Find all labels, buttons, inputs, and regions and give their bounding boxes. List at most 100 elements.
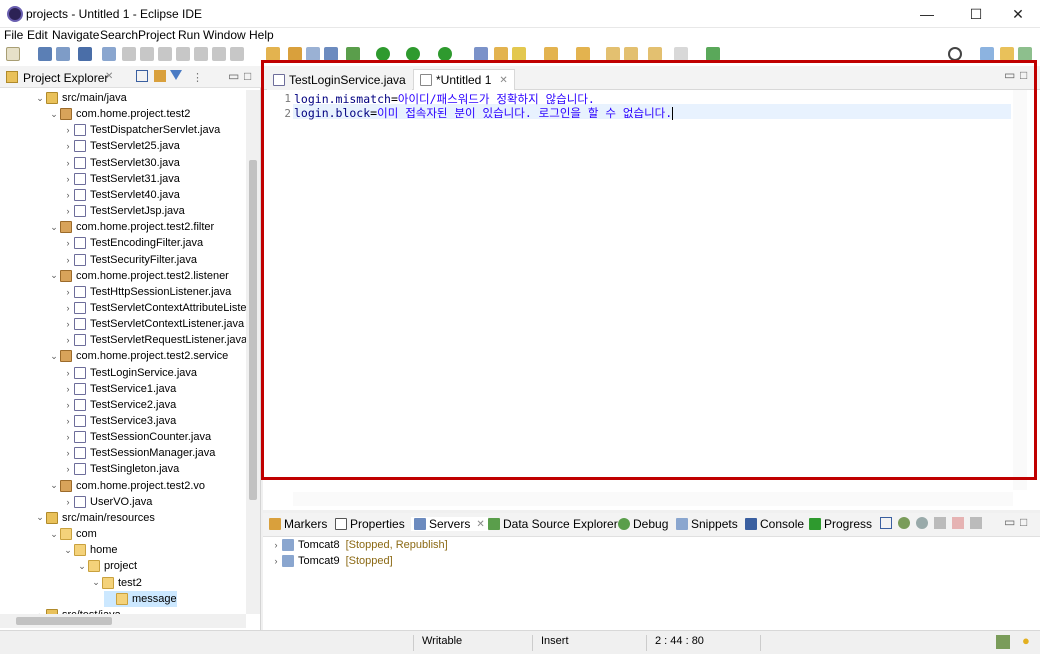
chevron-right-icon[interactable]: ›: [62, 400, 74, 410]
editor-horizontal-scrollbar[interactable]: [293, 492, 1013, 506]
start-server-icon[interactable]: [916, 517, 928, 529]
java-ee-perspective-icon[interactable]: [1000, 47, 1014, 61]
menu-edit[interactable]: Edit: [27, 28, 48, 42]
project-explorer-title[interactable]: Project Explorer: [23, 71, 108, 85]
tree-item[interactable]: ⌄ home: [62, 542, 118, 558]
tree-item[interactable]: ⌄ com.home.project.test2.listener: [48, 268, 229, 284]
tree-item[interactable]: › TestServletRequestListener.java: [62, 332, 246, 348]
tree-item[interactable]: › UserVO.java: [62, 494, 152, 510]
search-tool-icon[interactable]: [512, 47, 526, 61]
tree-item[interactable]: › TestServlet30.java: [62, 155, 180, 171]
server-row-tomcat9[interactable]: › Tomcat9 [Stopped]: [270, 553, 393, 569]
collapse-all-icon[interactable]: [136, 70, 148, 82]
menu-window[interactable]: Window: [203, 28, 246, 42]
tree-item[interactable]: › TestService1.java: [62, 381, 176, 397]
tab-test-login-service[interactable]: TestLoginService.java: [267, 69, 412, 90]
server-row-tomcat8[interactable]: › Tomcat8 [Stopped, Republish]: [270, 537, 448, 553]
menu-project[interactable]: Project: [138, 28, 175, 42]
tab-data-source-explorer[interactable]: Data Source Explorer: [488, 517, 618, 531]
resume-icon[interactable]: [122, 47, 136, 61]
new-icon[interactable]: [6, 47, 20, 61]
tree-item[interactable]: › TestSingleton.java: [62, 461, 179, 477]
tree-item[interactable]: › TestSecurityFilter.java: [62, 252, 197, 268]
chevron-right-icon[interactable]: ›: [62, 303, 74, 313]
chevron-right-icon[interactable]: ›: [62, 174, 74, 184]
chevron-right-icon[interactable]: ›: [62, 287, 74, 297]
back-dropdown-icon[interactable]: [648, 47, 662, 61]
tree-item[interactable]: ⌄ test2: [90, 575, 142, 591]
chevron-down-icon[interactable]: ⌄: [34, 93, 46, 104]
chevron-right-icon[interactable]: ›: [62, 125, 74, 135]
chevron-down-icon[interactable]: ⌄: [48, 529, 60, 540]
tree-item[interactable]: ⌄ project: [76, 558, 137, 574]
open-perspective-icon[interactable]: [980, 47, 994, 61]
save-all-icon[interactable]: [56, 47, 70, 61]
chevron-down-icon[interactable]: ⌄: [48, 222, 60, 233]
collapse-all-icon[interactable]: [880, 517, 892, 529]
chevron-down-icon[interactable]: ⌄: [34, 512, 46, 523]
tree-item[interactable]: › TestServlet31.java: [62, 171, 180, 187]
forward-icon[interactable]: [674, 47, 688, 61]
chevron-down-icon[interactable]: ⌄: [48, 351, 60, 362]
tab-debug[interactable]: Debug: [618, 517, 668, 531]
publish-icon[interactable]: [970, 517, 982, 529]
chevron-down-icon[interactable]: ⌄: [48, 480, 60, 491]
tree-item[interactable]: › TestServletContextListener.java: [62, 316, 244, 332]
menu-file[interactable]: File: [4, 28, 23, 42]
chevron-down-icon[interactable]: ⌄: [62, 545, 74, 556]
chevron-down-icon[interactable]: ⌄: [90, 577, 102, 588]
tree-item[interactable]: ⌄ com: [48, 526, 97, 542]
tree-item[interactable]: › TestDispatcherServlet.java: [62, 122, 220, 138]
explorer-scroll-thumb[interactable]: [249, 160, 257, 500]
chevron-right-icon[interactable]: ›: [62, 432, 74, 442]
tree-item[interactable]: › TestServletJsp.java: [62, 203, 185, 219]
close-view-icon[interactable]: ✕: [105, 71, 113, 82]
close-tab-icon[interactable]: ✕: [476, 519, 484, 530]
minimize-button[interactable]: —: [904, 0, 950, 28]
link-with-editor-icon[interactable]: [154, 70, 166, 82]
bottom-maximize-icon[interactable]: □: [1020, 515, 1027, 529]
tree-item[interactable]: › TestService2.java: [62, 397, 176, 413]
tab-snippets[interactable]: Snippets: [676, 517, 738, 531]
previous-annotation-icon[interactable]: [576, 47, 590, 61]
tree-item[interactable]: › TestEncodingFilter.java: [62, 235, 203, 251]
explorer-horizontal-scrollbar[interactable]: [0, 614, 246, 628]
menu-search[interactable]: Search: [100, 28, 138, 42]
tab-markers[interactable]: Markers: [269, 517, 327, 531]
pin-editor-icon[interactable]: [706, 47, 720, 61]
debug-perspective-icon[interactable]: [1018, 47, 1032, 61]
skip-breakpoints-icon[interactable]: [102, 47, 116, 61]
tab-servers[interactable]: Servers ✕: [411, 517, 488, 531]
tree-item[interactable]: message: [104, 590, 177, 607]
editor-vertical-scrollbar[interactable]: [1013, 90, 1027, 490]
tree-item[interactable]: › TestLoginService.java: [62, 365, 197, 381]
view-menu-icon[interactable]: ⋮: [192, 71, 203, 84]
save-icon[interactable]: [38, 47, 52, 61]
debug-icon[interactable]: [346, 47, 360, 61]
tree-item[interactable]: › TestServlet25.java: [62, 138, 180, 154]
tree-item[interactable]: ⌄ com.home.project.test2.service: [48, 348, 228, 364]
debug-server-icon[interactable]: [898, 517, 910, 529]
chevron-right-icon[interactable]: ›: [62, 255, 74, 265]
menu-navigate[interactable]: Navigate: [52, 28, 99, 42]
block-selection-icon[interactable]: [306, 47, 320, 61]
terminate-icon[interactable]: [158, 47, 172, 61]
chevron-down-icon[interactable]: ⌄: [48, 109, 60, 120]
last-edit-icon[interactable]: [606, 47, 620, 61]
close-tab-icon[interactable]: ✕: [499, 75, 507, 86]
tree-item[interactable]: › TestSessionManager.java: [62, 445, 215, 461]
tree-item[interactable]: › TestServlet40.java: [62, 187, 180, 203]
step-over-icon[interactable]: [212, 47, 226, 61]
show-whitespace-icon[interactable]: [324, 47, 338, 61]
open-task-icon[interactable]: [494, 47, 508, 61]
tree-item[interactable]: ›src/test/java: [34, 607, 121, 614]
tab-progress[interactable]: Progress: [809, 517, 872, 531]
step-return-icon[interactable]: [230, 47, 244, 61]
tree-item[interactable]: › TestSessionCounter.java: [62, 429, 211, 445]
chevron-right-icon[interactable]: ›: [62, 335, 74, 345]
chevron-right-icon[interactable]: ›: [62, 384, 74, 394]
open-type-icon[interactable]: [266, 47, 280, 61]
explorer-hscroll-thumb[interactable]: [16, 617, 112, 625]
filter-icon[interactable]: [170, 70, 182, 82]
tree-item[interactable]: ⌄ src/main/java: [34, 90, 127, 106]
